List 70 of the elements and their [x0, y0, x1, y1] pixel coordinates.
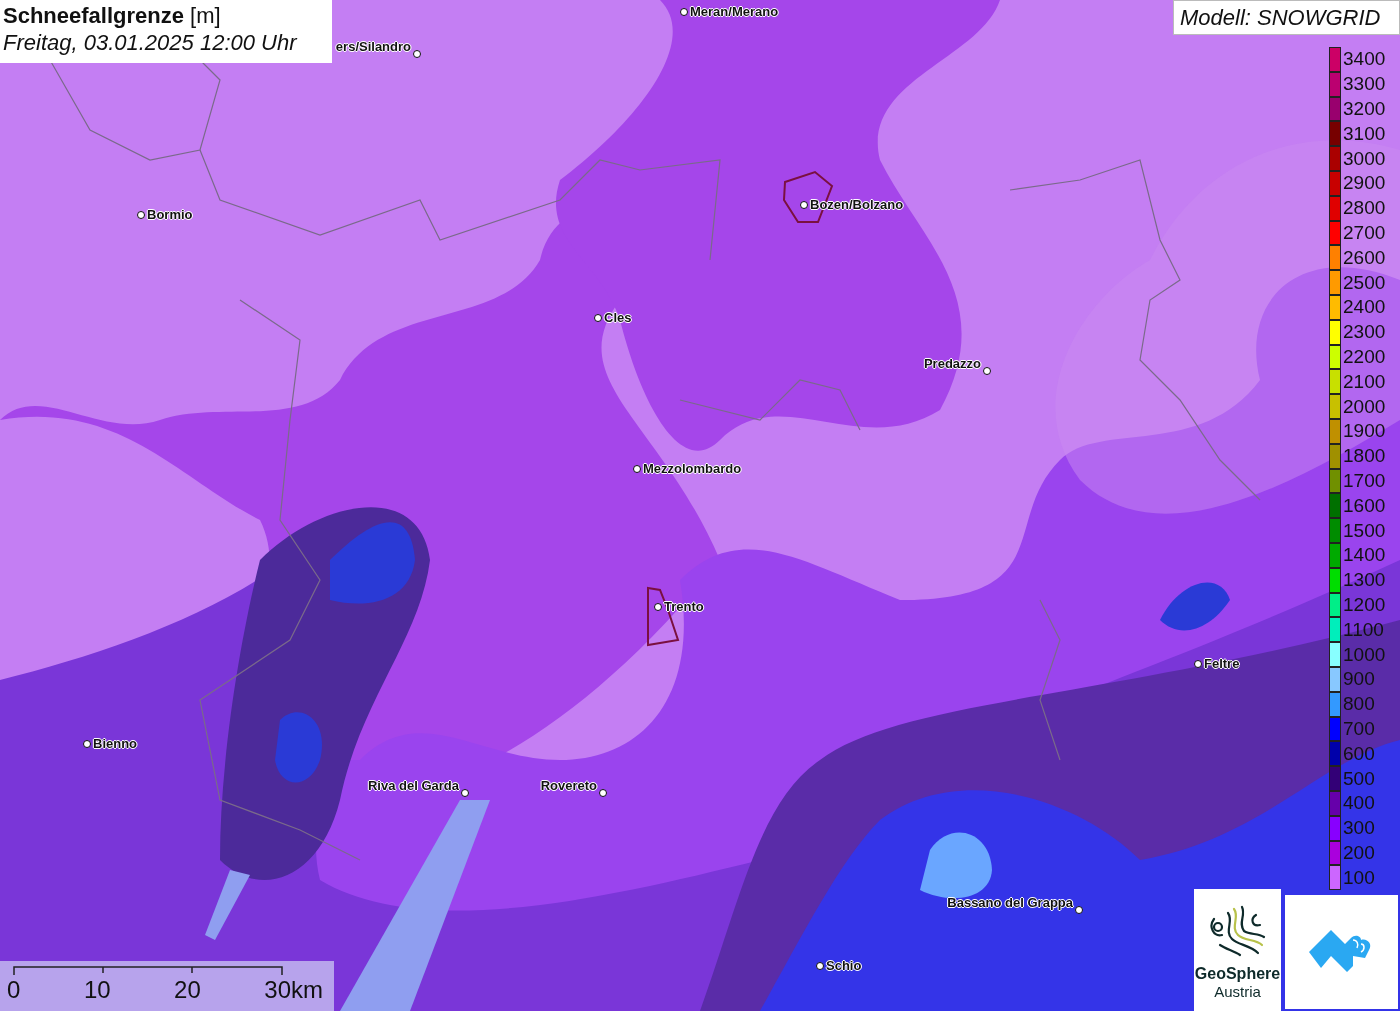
scale-label: 10: [83, 976, 111, 1004]
legend-label: 900: [1343, 669, 1375, 690]
city-marker-icon: [654, 603, 662, 611]
legend-label: 2600: [1343, 247, 1386, 268]
city-label: Bormio: [147, 207, 193, 222]
city-marker-icon: [816, 962, 824, 970]
map-datetime: Freitag, 03.01.2025 12:00 Uhr: [3, 30, 299, 56]
city-label: Predazzo: [923, 356, 981, 371]
legend-label: 2100: [1343, 371, 1386, 392]
legend-label: 2000: [1343, 396, 1386, 417]
city-label: Cles: [604, 310, 632, 325]
contour-lines-icon: [1209, 905, 1266, 959]
legend-label: 1300: [1343, 570, 1386, 591]
legend-label: 2700: [1343, 222, 1386, 243]
scale-label: 20: [174, 976, 201, 1004]
model-label: Modell: SNOWGRID: [1173, 0, 1400, 35]
legend-label: 800: [1343, 694, 1375, 715]
legend-label: 100: [1343, 867, 1375, 888]
legend-label: 600: [1343, 743, 1375, 764]
legend-label: 2200: [1343, 346, 1386, 367]
legend-label: 1800: [1343, 446, 1386, 467]
city-label: Mezzolombardo: [643, 461, 742, 476]
legend-label: 1000: [1343, 644, 1386, 665]
legend-label: 200: [1343, 842, 1375, 863]
city-marker-icon: [461, 789, 469, 797]
legend-label: 1200: [1343, 594, 1386, 615]
city-marker-icon: [800, 201, 808, 209]
logo-text: GeoSphere: [1194, 965, 1281, 983]
legend-label: 1900: [1343, 421, 1386, 442]
city-marker-icon: [983, 367, 991, 375]
legend-label: 1400: [1343, 545, 1386, 566]
city-label: Bassano del Grappa: [947, 895, 1073, 910]
city-marker-icon: [633, 465, 641, 473]
legend-label: 500: [1343, 768, 1375, 789]
legend-label: 2500: [1343, 272, 1386, 293]
legend-label: 700: [1343, 718, 1375, 739]
city-label: Riva del Garda: [367, 778, 459, 793]
logo-text: Austria: [1214, 983, 1261, 1001]
legend-label: 3300: [1343, 74, 1386, 95]
legend-label: 1500: [1343, 520, 1386, 541]
legend-label: 1700: [1343, 470, 1386, 491]
scale-label: 30km: [264, 976, 323, 1004]
legend-label: 3200: [1343, 99, 1386, 119]
legend-label: 1100: [1343, 619, 1384, 640]
city-label: Meran/Merano: [690, 4, 779, 19]
legend-label: 400: [1343, 793, 1375, 814]
city-marker-icon: [1194, 660, 1202, 668]
city-marker-icon: [1075, 906, 1083, 914]
legend-label: 2300: [1343, 322, 1386, 343]
city-label: ers/Silandro: [335, 39, 411, 54]
legend-label: 300: [1343, 818, 1375, 839]
legend-label: 3000: [1343, 148, 1386, 169]
city-marker-icon: [137, 211, 145, 219]
scale-label: 0: [7, 976, 21, 1004]
legend-label: 2800: [1343, 198, 1386, 219]
city-label: Bienno: [93, 736, 138, 751]
city-marker-icon: [599, 789, 607, 797]
legend-label: 3100: [1343, 123, 1386, 144]
legend-label: 3400: [1343, 49, 1386, 70]
city-label: Feltre: [1204, 656, 1240, 671]
city-label: Rovereto: [540, 778, 597, 793]
legend-label: 2400: [1343, 297, 1386, 318]
city-marker-icon: [83, 740, 91, 748]
legend-label: 2900: [1343, 173, 1386, 194]
city-marker-icon: [413, 50, 421, 58]
city-label: Schio: [826, 958, 862, 973]
map-title: Schneefallgrenze [m]: [3, 4, 222, 28]
legend-label: 1600: [1343, 495, 1386, 516]
city-marker-icon: [594, 314, 602, 322]
city-marker-icon: [680, 8, 688, 16]
